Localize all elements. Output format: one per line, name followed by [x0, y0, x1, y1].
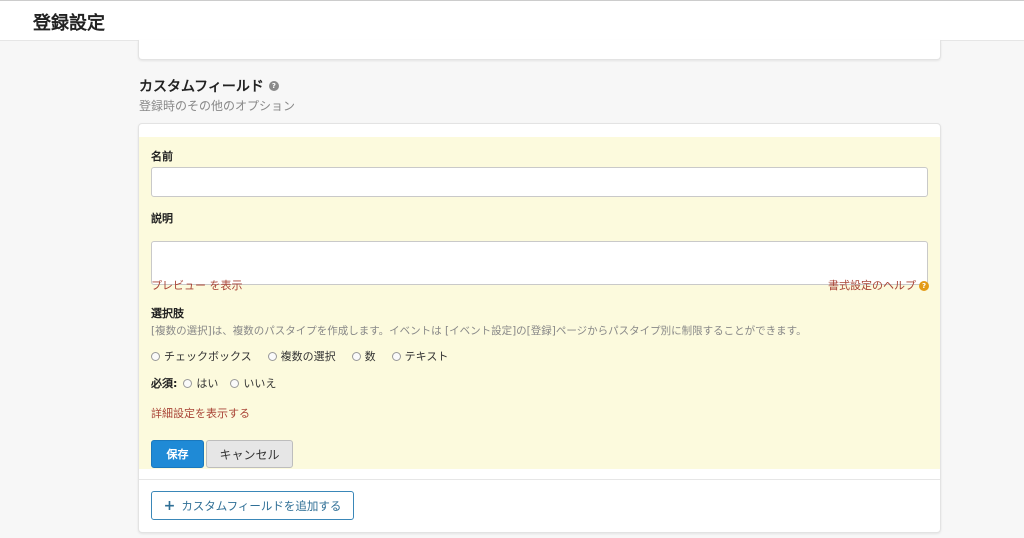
- section-title: カスタムフィールド ?: [139, 76, 279, 96]
- name-input[interactable]: [151, 167, 928, 197]
- section-title-text: カスタムフィールド: [139, 79, 264, 95]
- required-group: 必須: はい いいえ: [151, 375, 292, 391]
- save-button[interactable]: 保存: [151, 440, 204, 468]
- format-help-link[interactable]: 書式設定のヘルプ?: [828, 277, 929, 293]
- radio-icon[interactable]: [151, 351, 160, 361]
- custom-field-card: 名前 説明 プレビュー を表示 書式設定のヘルプ? 選択肢 [複数の選択]は、複…: [138, 123, 941, 533]
- field-type-text[interactable]: テキスト: [391, 348, 448, 364]
- field-type-group: チェックボックス 複数の選択 数 テキスト: [151, 348, 464, 364]
- question-circle-icon[interactable]: ?: [268, 81, 279, 91]
- format-help-label: 書式設定のヘルプ: [828, 279, 916, 292]
- radio-icon[interactable]: [183, 378, 193, 388]
- question-circle-icon: ?: [919, 281, 929, 291]
- page-title: 登録設定: [33, 13, 105, 34]
- field-type-multiple[interactable]: 複数の選択: [267, 348, 336, 364]
- custom-field-editor: 名前 説明 プレビュー を表示 書式設定のヘルプ? 選択肢 [複数の選択]は、複…: [139, 137, 940, 469]
- cancel-button[interactable]: キャンセル: [206, 440, 293, 468]
- divider: [139, 479, 940, 480]
- description-label: 説明: [151, 212, 173, 225]
- radio-icon[interactable]: [230, 378, 240, 388]
- section-subtitle: 登録時のその他のオプション: [139, 99, 296, 113]
- plus-icon: +: [163, 497, 176, 514]
- field-type-checkbox[interactable]: チェックボックス: [151, 348, 252, 364]
- advanced-settings-link[interactable]: 詳細設定を表示する: [151, 405, 250, 421]
- choices-hint: [複数の選択]は、複数のパスタイプを作成します。イベントは [イベント設定]の[…: [151, 325, 807, 337]
- radio-icon[interactable]: [267, 351, 277, 361]
- radio-icon[interactable]: [391, 351, 401, 361]
- add-custom-field-label: カスタムフィールドを追加する: [181, 498, 342, 513]
- radio-icon[interactable]: [351, 351, 361, 361]
- choices-label: 選択肢: [151, 307, 184, 320]
- add-custom-field-button[interactable]: + カスタムフィールドを追加する: [151, 491, 354, 520]
- description-textarea[interactable]: [151, 241, 928, 285]
- previous-card: [138, 40, 941, 60]
- required-label: 必須:: [151, 377, 178, 390]
- required-no[interactable]: いいえ: [230, 375, 276, 391]
- required-yes[interactable]: はい: [183, 375, 218, 391]
- preview-link[interactable]: プレビュー を表示: [151, 277, 243, 293]
- top-bar: 登録設定: [0, 0, 1024, 41]
- name-label: 名前: [151, 150, 173, 163]
- field-type-number[interactable]: 数: [351, 348, 376, 364]
